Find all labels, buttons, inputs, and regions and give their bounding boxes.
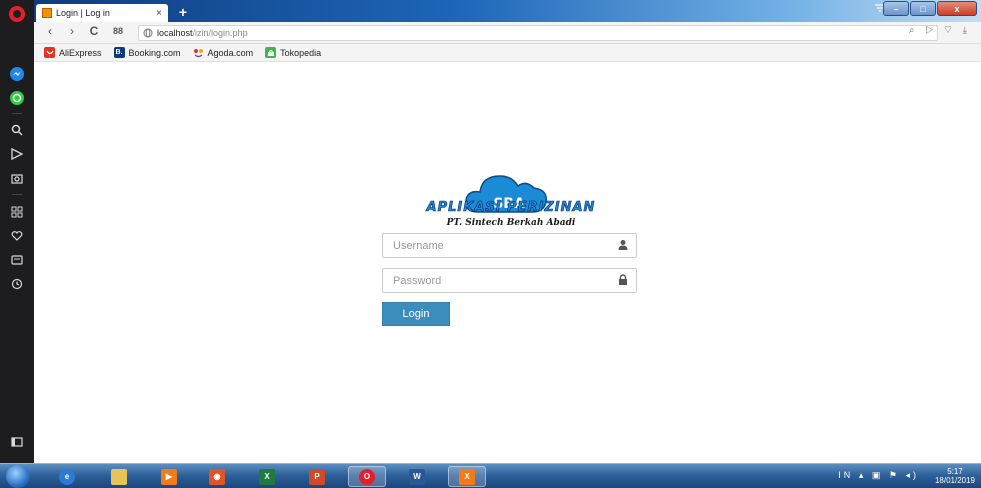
password-field xyxy=(382,268,637,293)
tab-close-icon[interactable]: × xyxy=(156,8,162,19)
app-title: APLIKASI PERIZINAN xyxy=(426,200,596,216)
powerpoint-icon: P xyxy=(309,468,325,485)
speed-dial-button[interactable]: 88 xyxy=(110,26,126,36)
windows-taskbar: e ▶ ◉ X P O W X IN ▴ ▣ ⚑ ◂) 5:17 18/01/2… xyxy=(0,463,981,488)
agoda-icon xyxy=(193,47,204,58)
sidebar-separator xyxy=(12,113,22,114)
login-page: SBA APLIKASI PERIZINAN PT. Sintech Berka… xyxy=(34,62,981,463)
username-field xyxy=(382,233,637,258)
speed-dial-icon[interactable] xyxy=(0,200,34,224)
volume-icon[interactable]: ◂) xyxy=(905,470,919,480)
bookmark-booking[interactable]: B. Booking.com xyxy=(113,47,181,58)
explorer-icon xyxy=(111,468,127,485)
history-icon[interactable] xyxy=(0,272,34,296)
lock-icon xyxy=(619,274,627,285)
sidebar-separator xyxy=(12,194,22,195)
clock[interactable]: 5:17 18/01/2019 xyxy=(935,467,975,485)
word-icon: W xyxy=(409,468,425,485)
window-controls: – □ x xyxy=(882,1,977,16)
aliexpress-icon xyxy=(44,47,55,58)
back-button[interactable]: ‹ xyxy=(42,24,58,38)
address-field[interactable]: localhost/izin/login.php xyxy=(138,25,938,41)
new-tab-button[interactable]: + xyxy=(174,5,192,19)
taskbar-media-player[interactable]: ▶ xyxy=(150,466,188,487)
booking-icon: B. xyxy=(113,47,125,58)
opera-icon: O xyxy=(359,468,375,485)
opera-sidebar xyxy=(0,0,34,463)
taskbar-powerpoint[interactable]: P xyxy=(298,466,336,487)
language-indicator[interactable]: IN xyxy=(838,470,853,480)
excel-icon: X xyxy=(259,468,275,485)
maximize-button[interactable]: □ xyxy=(910,1,936,16)
camera-icon[interactable] xyxy=(0,166,34,190)
whatsapp-icon[interactable] xyxy=(0,86,34,110)
username-input[interactable] xyxy=(383,234,603,257)
tokopedia-icon xyxy=(265,47,277,58)
snapshot-icon[interactable]: ⌕ xyxy=(909,25,919,36)
taskbar-app[interactable]: ◉ xyxy=(198,466,236,487)
bookmark-heart-icon[interactable]: ♡ xyxy=(944,25,956,36)
ie-icon: e xyxy=(59,468,75,485)
start-button[interactable] xyxy=(6,465,30,488)
search-icon[interactable] xyxy=(0,118,34,142)
network-icon[interactable]: ▣ xyxy=(872,470,884,480)
tray-expand-icon[interactable]: ▴ xyxy=(859,470,867,480)
heart-icon[interactable] xyxy=(0,224,34,248)
user-icon xyxy=(618,240,628,250)
taskbar-xampp[interactable]: X xyxy=(448,466,486,487)
send-page-icon[interactable]: ▷ xyxy=(925,25,937,36)
xampp-icon: X xyxy=(459,468,475,485)
clock-time: 5:17 xyxy=(947,467,963,476)
bookmark-agoda[interactable]: Agoda.com xyxy=(193,47,253,58)
globe-icon xyxy=(143,26,153,43)
tab-login[interactable]: Login | Log in × xyxy=(36,4,168,22)
sidebar-toggle-icon[interactable] xyxy=(0,430,34,454)
company-name: PT. Sintech Berkah Abadi xyxy=(446,218,576,228)
taskbar-explorer[interactable] xyxy=(100,466,138,487)
tab-title: Login | Log in xyxy=(56,8,110,18)
password-input[interactable] xyxy=(383,269,603,292)
address-actions: ⌕ ▷ ♡ ⤓ xyxy=(909,25,971,36)
xampp-favicon-icon xyxy=(42,8,52,18)
forward-button[interactable]: › xyxy=(64,24,80,38)
news-icon[interactable] xyxy=(0,248,34,272)
system-tray: IN ▴ ▣ ⚑ ◂) xyxy=(838,470,919,481)
messenger-icon[interactable] xyxy=(0,62,34,86)
media-player-icon: ▶ xyxy=(161,468,177,485)
opera-logo-icon[interactable] xyxy=(9,6,25,22)
taskbar-ie[interactable]: e xyxy=(48,466,86,487)
tab-strip: Login | Log in × + – □ x xyxy=(34,0,981,22)
login-button[interactable]: Login xyxy=(382,302,450,326)
close-window-button[interactable]: x xyxy=(937,1,977,16)
clock-date: 18/01/2019 xyxy=(934,476,975,485)
screen: Login | Log in × + – □ x ‹ › C 88 localh… xyxy=(0,0,981,488)
bookmarks-bar: AliExpress B. Booking.com Agoda.com Toko… xyxy=(34,44,981,62)
url-path: /izin/login.php xyxy=(192,28,248,38)
taskbar-excel[interactable]: X xyxy=(248,466,286,487)
bookmark-aliexpress[interactable]: AliExpress xyxy=(44,47,102,58)
address-toolbar: ‹ › C 88 localhost/izin/login.php ⌕ ▷ ♡ … xyxy=(34,22,981,44)
download-icon[interactable]: ⤓ xyxy=(963,25,971,36)
bookmark-tokopedia[interactable]: Tokopedia xyxy=(265,47,321,58)
reload-button[interactable]: C xyxy=(86,24,102,38)
url-host: localhost xyxy=(157,28,193,38)
send-icon[interactable] xyxy=(0,142,34,166)
minimize-button[interactable]: – xyxy=(883,1,909,16)
taskbar-opera[interactable]: O xyxy=(348,466,386,487)
app-icon: ◉ xyxy=(209,468,225,485)
taskbar-word[interactable]: W xyxy=(398,466,436,487)
action-center-icon[interactable]: ⚑ xyxy=(889,470,900,480)
